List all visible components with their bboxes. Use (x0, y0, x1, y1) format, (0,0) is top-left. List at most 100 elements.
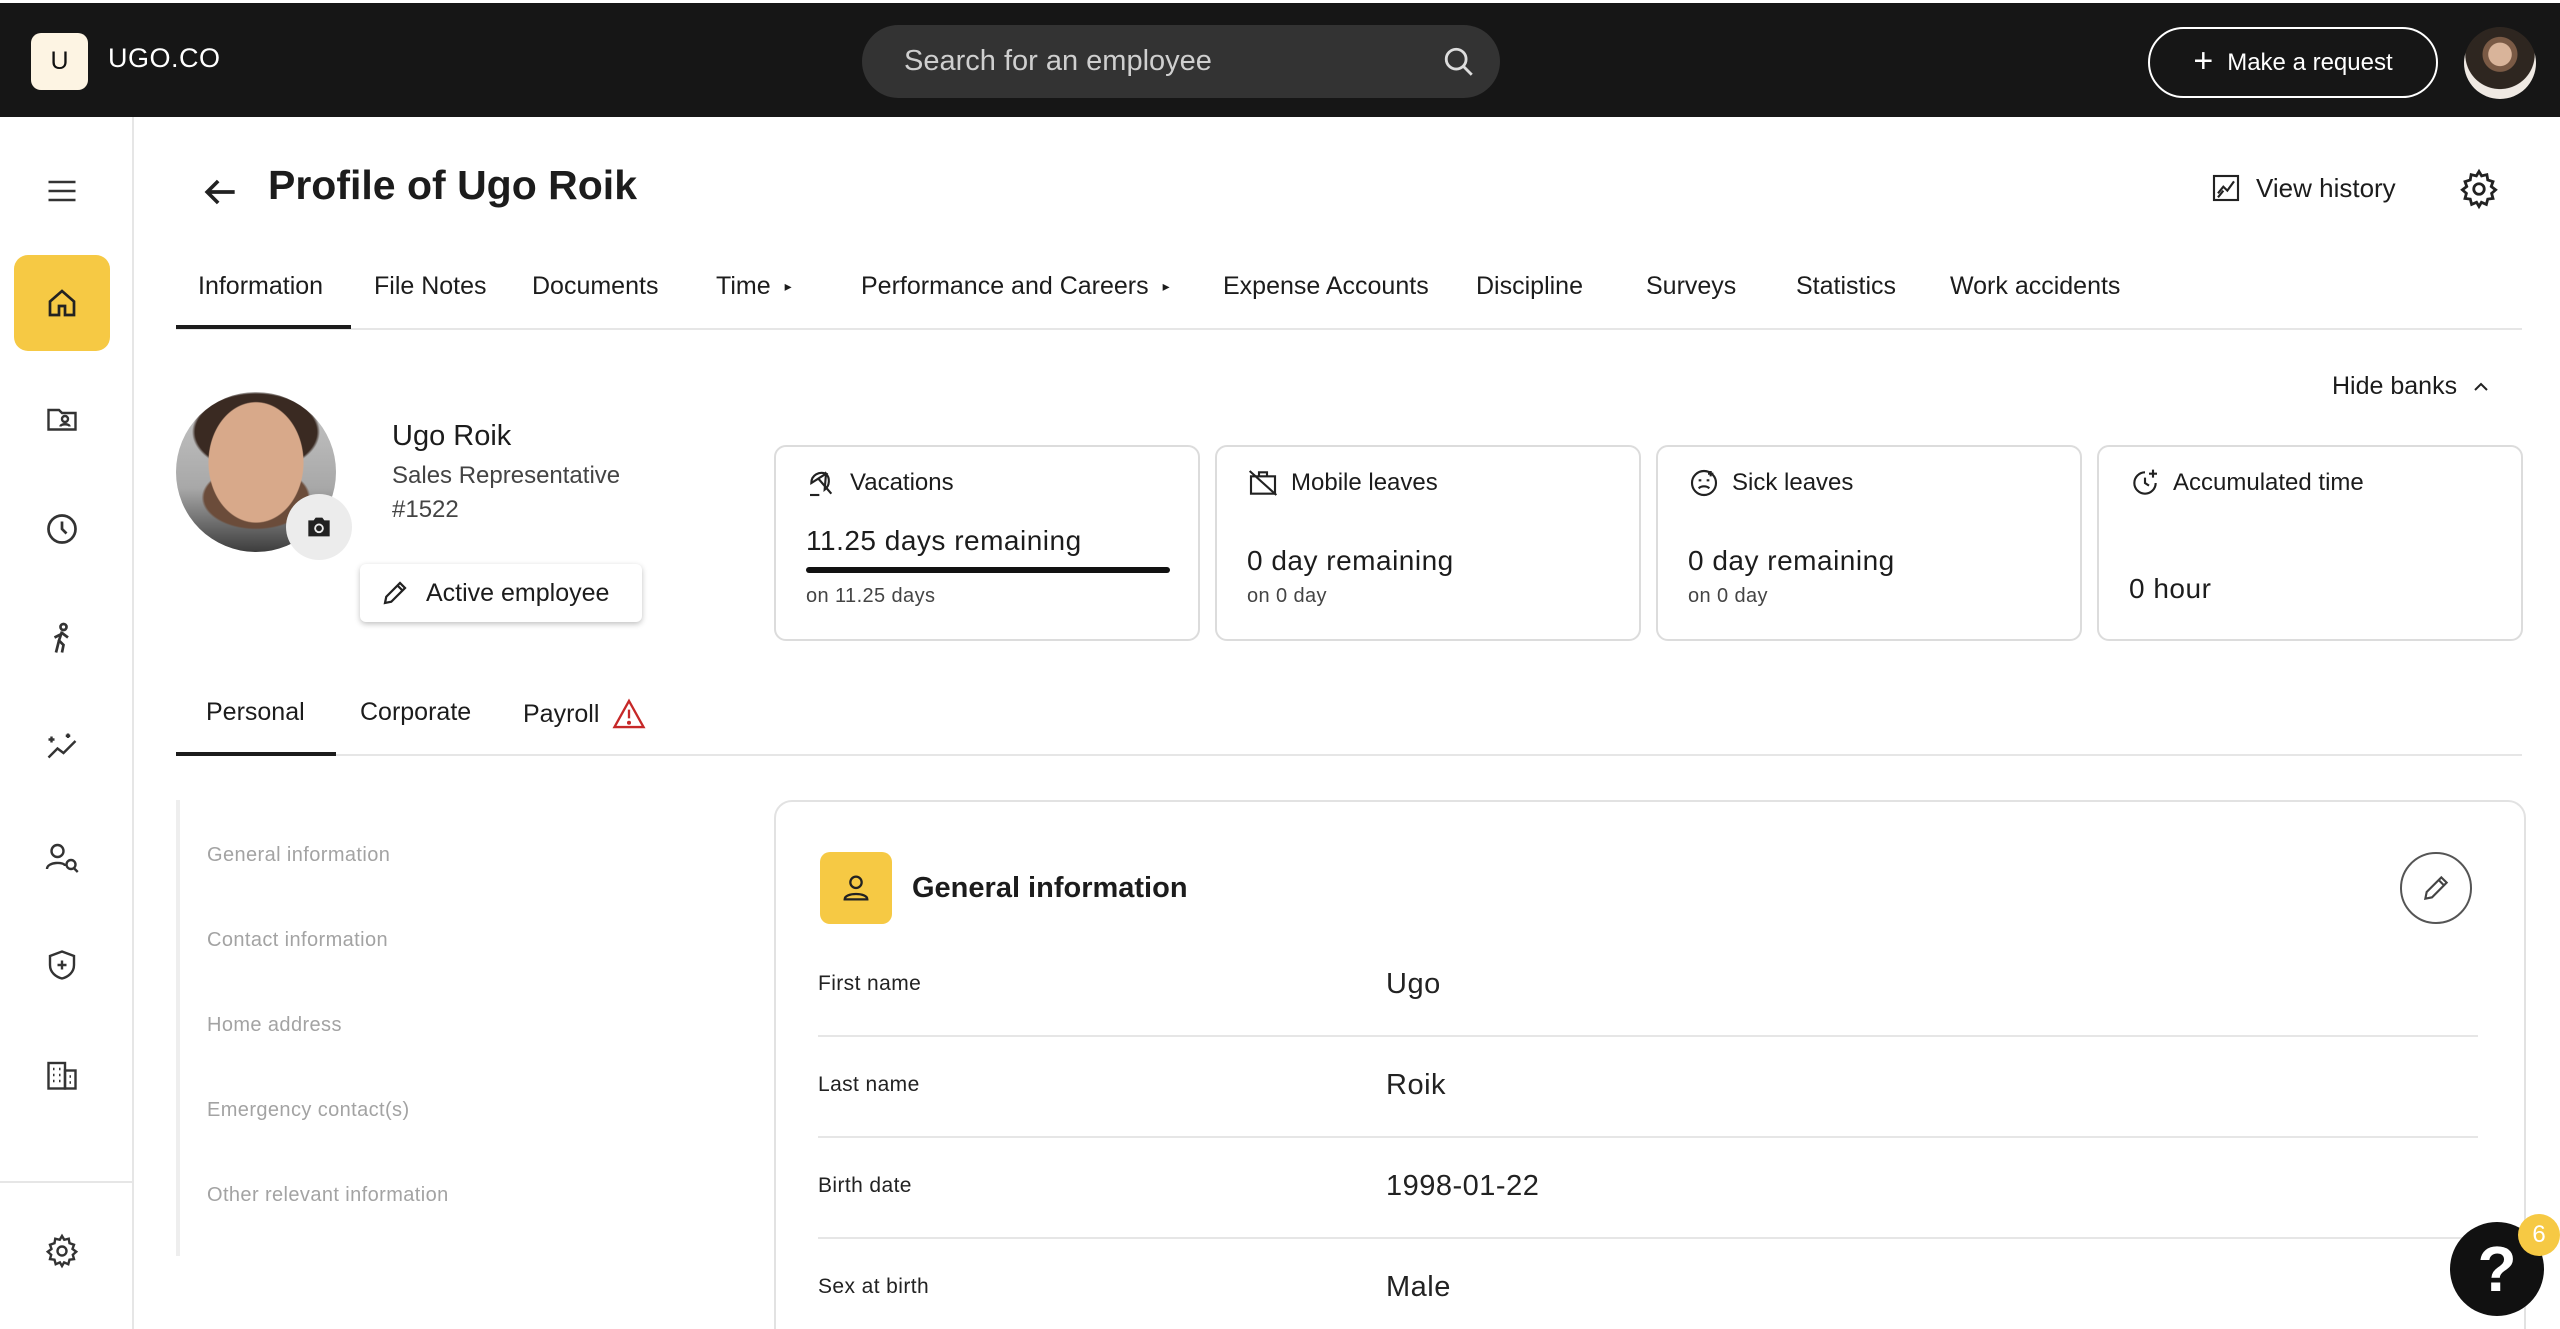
tab-label: Time (716, 272, 771, 300)
bank-title: Vacations (850, 469, 954, 496)
tab-surveys[interactable]: Surveys (1646, 272, 1736, 301)
employee-status-button[interactable]: Active employee (360, 564, 642, 622)
tab-label: Corporate (360, 698, 472, 726)
tab-work-accidents[interactable]: Work accidents (1950, 272, 2120, 301)
tab-file-notes[interactable]: File Notes (374, 272, 487, 301)
tab-discipline[interactable]: Discipline (1476, 272, 1583, 301)
sidebar-item-home[interactable] (14, 255, 110, 351)
tab-label: Personal (206, 698, 305, 726)
bank-title: Mobile leaves (1291, 469, 1438, 496)
tab-expense-accounts[interactable]: Expense Accounts (1223, 272, 1429, 301)
tab-corporate[interactable]: Corporate (360, 698, 471, 727)
sidebar (0, 117, 134, 1329)
sick-face-icon (1690, 469, 1718, 497)
sidebar-item-settings[interactable] (14, 1203, 110, 1299)
sidebar-item-recruitment[interactable] (14, 809, 110, 905)
menu-button[interactable] (14, 143, 110, 239)
person-icon (843, 875, 869, 901)
view-history-button[interactable]: View history (2210, 172, 2396, 204)
tab-documents[interactable]: Documents (532, 272, 658, 301)
sidebar-item-health-safety[interactable] (14, 917, 110, 1013)
tab-personal[interactable]: Personal (206, 698, 305, 727)
section-link-general-information[interactable]: General information (207, 844, 390, 867)
make-request-button[interactable]: + Make a request (2148, 27, 2438, 98)
tab-label: File Notes (374, 272, 487, 300)
search-icon[interactable] (1442, 45, 1476, 79)
tab-payroll[interactable]: Payroll (523, 698, 647, 730)
sidebar-item-time[interactable] (14, 481, 110, 577)
sidebar-item-performance[interactable] (14, 699, 110, 795)
performance-sparkle-icon (47, 733, 77, 759)
employee-search (862, 25, 1500, 98)
bank-title: Sick leaves (1732, 469, 1854, 496)
section-link-contact-information[interactable]: Contact information (207, 929, 388, 952)
employee-name: Ugo Roik (392, 420, 512, 452)
chart-history-icon (2212, 174, 2240, 202)
field-row-sex-at-birth: Sex at birth Male (818, 1239, 2478, 1329)
chevron-up-icon (2474, 382, 2488, 391)
company-logo[interactable]: U (31, 33, 88, 90)
home-icon (48, 289, 76, 317)
sidebar-item-activities[interactable] (14, 591, 110, 687)
question-icon: ? (2477, 1233, 2517, 1305)
sidebar-divider (0, 1181, 134, 1183)
menu-icon (48, 180, 76, 202)
tab-performance-careers[interactable]: Performance and Careers ▸ (861, 272, 1170, 301)
bank-card-sick-leaves: Sick leaves 0 day remaining on 0 day (1656, 445, 2082, 641)
field-value: Ugo (1386, 968, 1441, 1000)
user-avatar[interactable] (2464, 27, 2536, 99)
user-search-icon (45, 843, 79, 873)
vacations-progress-bar (806, 567, 1170, 573)
general-information-card: General information First name Ugo Last … (774, 800, 2526, 1329)
search-input[interactable] (904, 25, 1424, 98)
tab-statistics[interactable]: Statistics (1796, 272, 1896, 301)
field-label: First name (818, 972, 922, 995)
make-request-label: Make a request (2227, 48, 2393, 76)
field-value: Roik (1386, 1069, 1447, 1101)
view-history-label: View history (2256, 172, 2396, 203)
clock-icon (47, 514, 77, 544)
bank-title: Accumulated time (2173, 469, 2364, 496)
tab-label: Information (198, 272, 324, 300)
hide-banks-label: Hide banks (2332, 372, 2458, 400)
briefcase-off-icon (1248, 470, 1278, 496)
bank-subtext: on 0 day (1688, 585, 1768, 607)
tab-information[interactable]: Information (198, 272, 323, 301)
section-link-home-address[interactable]: Home address (207, 1014, 342, 1037)
section-link-other-relevant-information[interactable]: Other relevant information (207, 1184, 449, 1207)
plus-icon: + (2193, 42, 2214, 80)
pencil-icon (383, 581, 407, 605)
back-arrow-icon[interactable] (198, 170, 242, 214)
hide-banks-button[interactable]: Hide banks (2332, 372, 2493, 401)
clock-plus-icon (2133, 469, 2157, 495)
gear-icon[interactable] (2458, 168, 2500, 210)
tab-label: Surveys (1646, 272, 1737, 300)
edit-button[interactable] (2400, 852, 2472, 924)
notification-badge: 6 (2518, 1214, 2560, 1256)
tab-label: Statistics (1796, 272, 1897, 300)
bank-value: 0 day remaining (1247, 545, 1454, 576)
change-photo-button[interactable] (286, 494, 352, 560)
tab-label: Work accidents (1950, 272, 2121, 300)
tab-label: Payroll (523, 699, 600, 728)
tab-label: Performance and Careers (861, 272, 1149, 300)
tab-time[interactable]: Time ▸ (716, 272, 792, 301)
field-row-first-name: First name Ugo (818, 936, 2478, 1037)
field-label: Last name (818, 1073, 920, 1096)
field-value: Male (1386, 1271, 1451, 1303)
brand-name[interactable]: UGO.CO (108, 43, 221, 74)
sidebar-item-employee-files[interactable] (14, 371, 110, 467)
sidebar-item-company[interactable] (14, 1027, 110, 1123)
field-label: Sex at birth (818, 1275, 930, 1298)
settings-icon (45, 1233, 79, 1269)
section-link-emergency-contacts[interactable]: Emergency contact(s) (207, 1099, 410, 1122)
page-title: Profile of Ugo Roik (268, 162, 637, 208)
field-label: Birth date (818, 1174, 912, 1197)
tab-label: Expense Accounts (1223, 272, 1429, 300)
main-tabs: Information File Notes Documents Time ▸ P… (176, 258, 2522, 330)
field-row-birth-date: Birth date 1998-01-22 (818, 1138, 2478, 1239)
bank-card-mobile-leaves: Mobile leaves 0 day remaining on 0 day (1215, 445, 1641, 641)
bank-subtext: on 0 day (1247, 585, 1327, 607)
tab-label: Discipline (1476, 272, 1583, 300)
pencil-icon (2423, 875, 2449, 901)
